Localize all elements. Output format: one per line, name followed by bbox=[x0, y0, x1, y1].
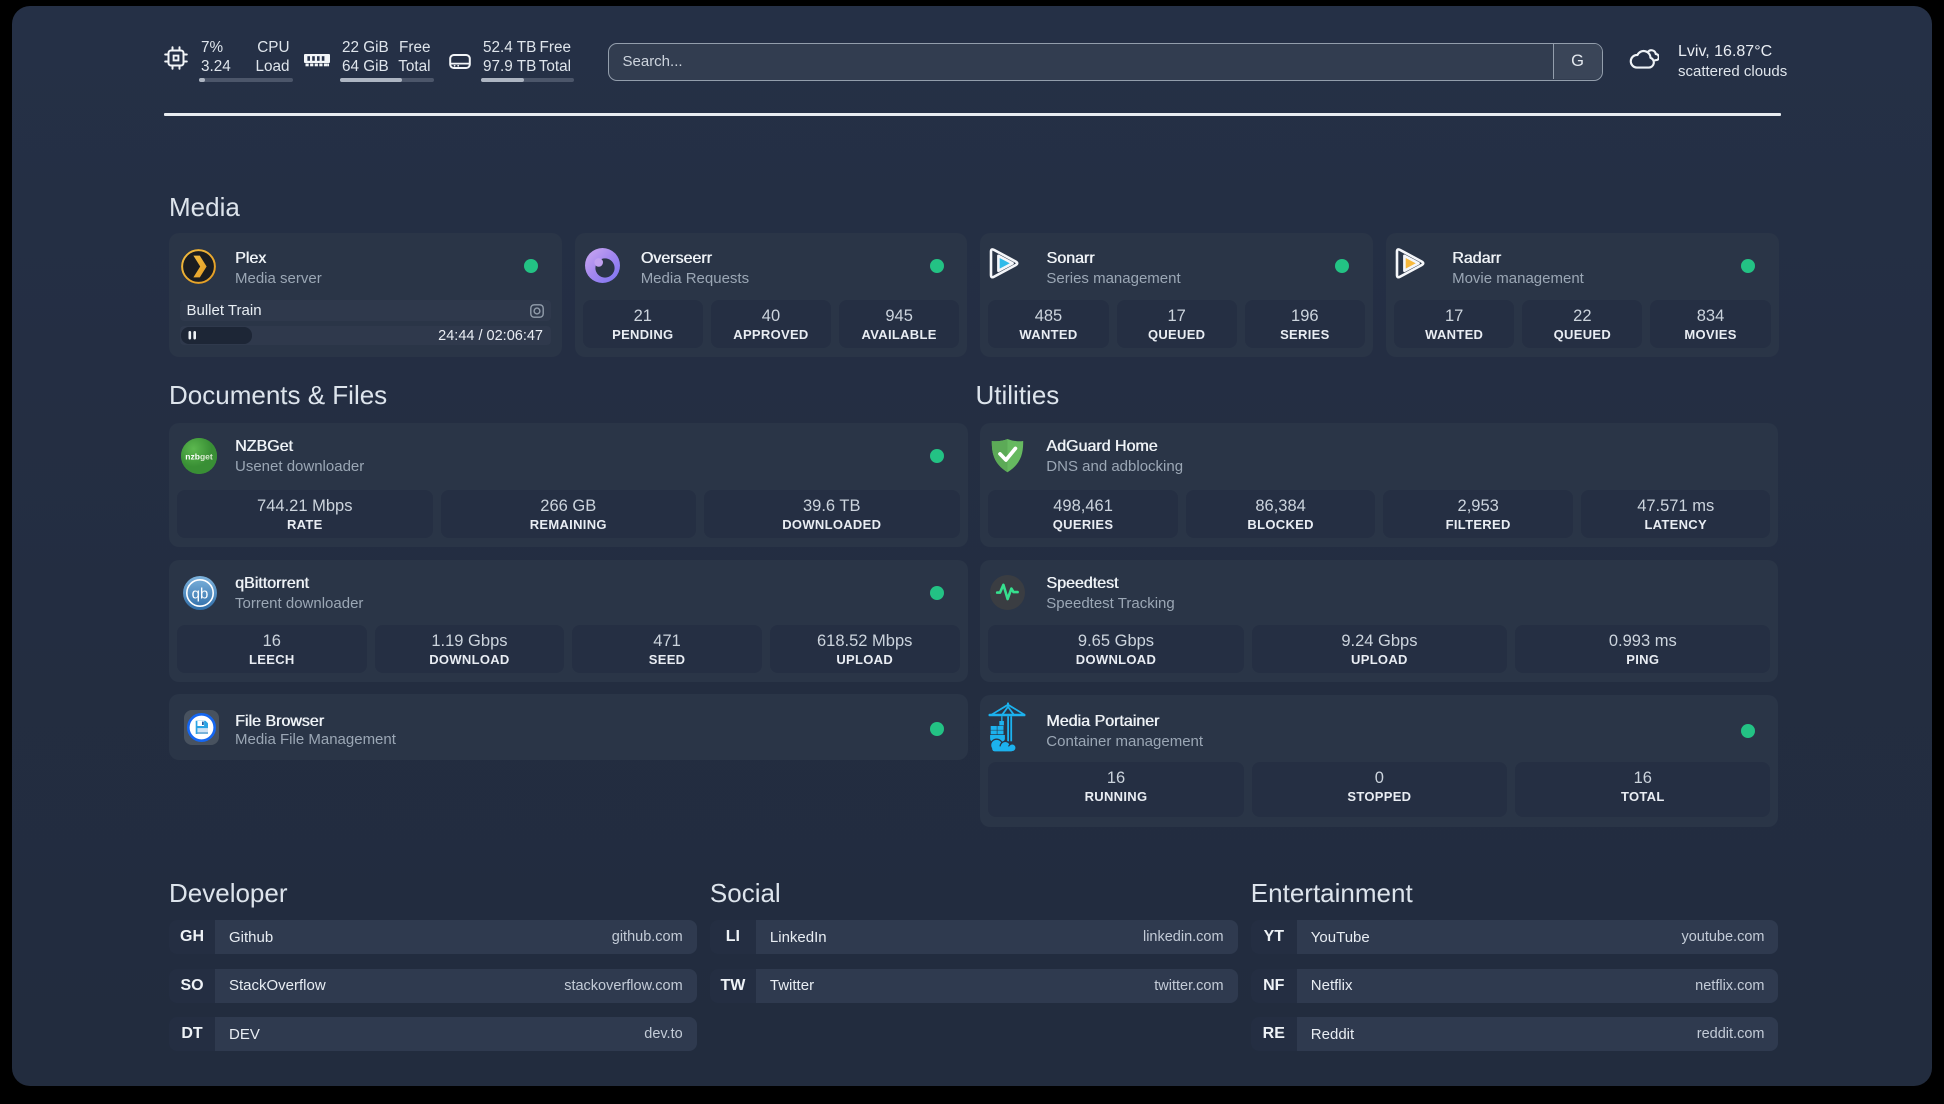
svg-text:nzbget: nzbget bbox=[185, 452, 213, 462]
svg-text:qb: qb bbox=[191, 585, 208, 602]
